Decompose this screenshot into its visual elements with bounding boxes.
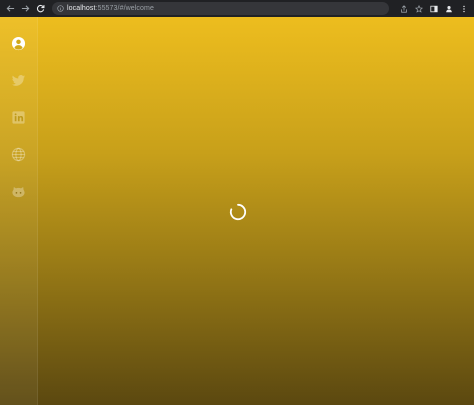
loading-spinner: [229, 203, 247, 221]
url-path: :55573/#/welcome: [95, 5, 154, 12]
spinner-icon: [229, 203, 247, 221]
sidebar-item-github[interactable]: [10, 183, 27, 200]
sidebar-item-twitter[interactable]: [10, 72, 27, 89]
kebab-menu-icon: [463, 5, 465, 12]
reload-icon: [36, 4, 44, 13]
browser-toolbar: localhost:55573/#/welcome: [0, 0, 474, 17]
forward-button[interactable]: [19, 3, 31, 15]
side-panel-button[interactable]: [428, 3, 440, 15]
linkedin-icon: [12, 111, 25, 124]
share-icon: [401, 4, 407, 13]
twitter-icon: [11, 75, 26, 86]
arrow-left-icon: [6, 5, 14, 12]
reload-button[interactable]: [34, 3, 46, 15]
star-icon: [415, 4, 423, 13]
user-circle-icon: [11, 36, 26, 51]
page-viewport: [0, 17, 474, 405]
back-button[interactable]: [4, 3, 16, 15]
github-icon: [12, 187, 25, 198]
person-icon: [446, 5, 452, 12]
menu-button[interactable]: [458, 3, 470, 15]
url-host: localhost: [67, 5, 96, 12]
address-bar[interactable]: localhost:55573/#/welcome: [52, 2, 389, 15]
side-panel-icon: [430, 5, 438, 12]
profile-button[interactable]: [443, 3, 455, 15]
social-sidebar: [0, 17, 38, 405]
bookmark-button[interactable]: [413, 3, 425, 15]
share-button[interactable]: [398, 3, 410, 15]
arrow-right-icon: [21, 5, 29, 12]
sidebar-item-website[interactable]: [10, 146, 27, 163]
sidebar-item-linkedin[interactable]: [10, 109, 27, 126]
globe-icon: [11, 147, 26, 162]
sidebar-item-profile[interactable]: [10, 35, 27, 52]
info-icon[interactable]: [57, 5, 64, 12]
